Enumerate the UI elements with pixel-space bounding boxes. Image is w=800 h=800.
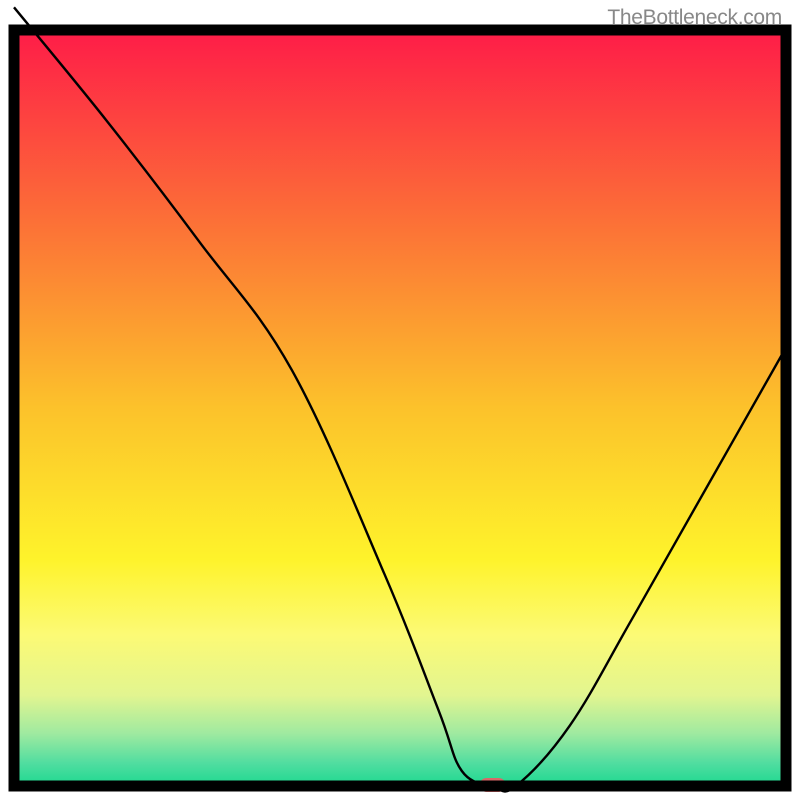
watermark-text: TheBottleneck.com [607,6,782,30]
chart-gradient-background [14,30,786,786]
chart-container: TheBottleneck.com [0,0,800,800]
bottleneck-chart [0,0,800,800]
